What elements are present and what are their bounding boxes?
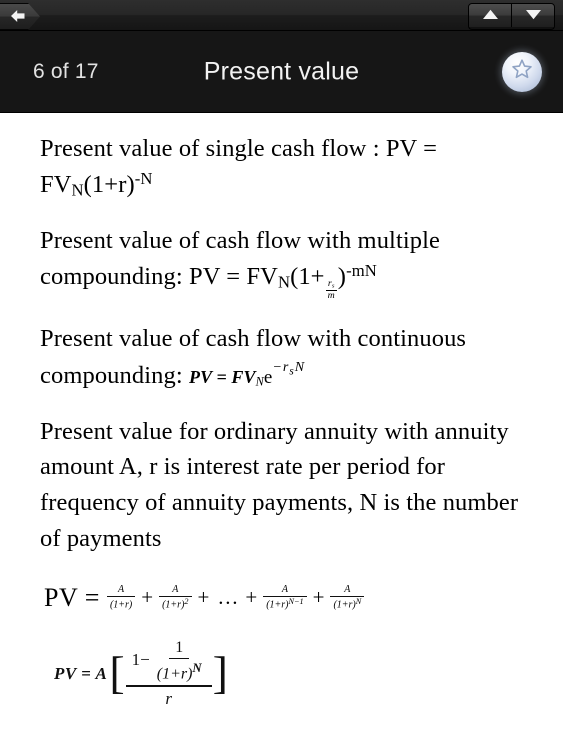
inner-denominator-base: (1+r)	[156, 664, 193, 682]
previous-card-button[interactable]	[469, 4, 512, 27]
ellipsis: …	[217, 585, 240, 610]
term2-denominator-exponent: 2	[184, 597, 189, 607]
annuity-term-3: A (1+r)N−1	[263, 584, 307, 611]
term1-denominator-base: (1+r)	[109, 599, 133, 611]
triangle-up-icon	[482, 7, 499, 25]
fraction-numerator: rs	[325, 278, 337, 291]
annuity-closed-form-formula: PV = A [ 1 − 1 (1+r)N r ]	[54, 639, 537, 709]
continuous-compounding-equation: PV = FVNe−rsN	[188, 359, 305, 389]
inner-fraction-denominator: (1+r)N	[153, 659, 206, 683]
block1-subscript: N	[71, 180, 84, 200]
term2-denominator: (1+r)2	[159, 597, 191, 611]
term3-denominator: (1+r)N−1	[263, 597, 306, 611]
open-bracket: [	[109, 647, 125, 699]
term3-denominator-base: (1+r)	[266, 599, 289, 611]
outer-fraction-numerator: 1 − 1 (1+r)N	[125, 639, 212, 687]
star-icon	[510, 57, 534, 86]
numerator-one: 1	[131, 650, 141, 670]
equation-fv-subscript: N	[255, 374, 264, 389]
exponent-periods: N	[294, 358, 306, 375]
term1-numerator: A	[106, 584, 136, 597]
equation-exponent: −rsN	[272, 358, 306, 377]
numerator-minus: −	[140, 650, 150, 670]
term1-denominator: (1+r)	[107, 597, 135, 611]
annuity-term-4: A (1+r)N	[330, 584, 365, 611]
term3-numerator: A	[263, 584, 307, 597]
outer-fraction-denominator: r	[165, 688, 172, 708]
equation-pv-fv: PV = FV	[188, 366, 256, 387]
triangle-down-icon	[525, 7, 542, 25]
term4-denominator-base: (1+r)	[333, 599, 356, 611]
block2-subscript: N	[277, 272, 291, 292]
card-content: Present value of single cash flow : PV =…	[0, 113, 563, 749]
inner-fraction-numerator: 1	[169, 639, 190, 659]
favorite-button[interactable]	[502, 51, 542, 92]
term4-denominator-exponent: N	[355, 597, 362, 607]
term2-denominator-base: (1+r)	[162, 599, 185, 611]
annuity-term-2: A (1+r)2	[159, 584, 192, 611]
block1-exponent: -N	[134, 168, 153, 188]
formula-block-single-cash-flow: Present value of single cash flow : PV =…	[40, 131, 537, 203]
plus-operator-1: +	[141, 585, 154, 610]
annuity-term-1: A (1+r)	[106, 584, 136, 611]
summation-lhs: PV =	[44, 582, 100, 612]
fraction-numerator-subscript: s	[331, 282, 335, 290]
block2-mid: (1+	[290, 262, 325, 290]
rate-over-periods-fraction: rs m	[325, 278, 337, 301]
next-card-button[interactable]	[512, 4, 554, 27]
outer-fraction: 1 − 1 (1+r)N r	[125, 639, 212, 709]
page-title: Present value	[203, 57, 360, 85]
formula-block-multiple-compounding: Present value of cash flow with multiple…	[40, 223, 537, 301]
inner-denominator-exponent: N	[192, 660, 202, 675]
annuity-description-paragraph: Present value for ordinary annuity with …	[40, 417, 519, 552]
term4-denominator: (1+r)N	[330, 597, 364, 611]
top-toolbar	[0, 0, 563, 31]
close-bracket: ]	[212, 647, 228, 699]
title-bar: 6 of 17 Present value	[0, 31, 563, 113]
block2-close-paren: )	[337, 262, 347, 290]
exponent-minus: −	[272, 358, 283, 375]
plus-operator-4: +	[312, 585, 325, 610]
block2-exponent: -mN	[346, 260, 377, 280]
final-formula-lhs: PV = A	[54, 663, 108, 683]
page-nav-group	[468, 3, 555, 30]
plus-operator-2: +	[197, 585, 210, 610]
inner-fraction: 1 (1+r)N	[153, 639, 206, 683]
formula-block-continuous-compounding: Present value of cash flow with continuo…	[40, 321, 537, 393]
back-button[interactable]	[0, 3, 40, 30]
block1-mid: (1+r)	[83, 170, 135, 198]
block2-lead: Present value of cash flow with multiple…	[40, 226, 440, 290]
fraction-denominator: m	[327, 289, 335, 301]
annuity-summation-formula: PV = A (1+r) + A (1+r)2 + … + A (1+r)N−1…	[44, 583, 537, 613]
term3-denominator-exponent: N−1	[288, 597, 304, 607]
term2-numerator: A	[159, 584, 192, 597]
term4-numerator: A	[330, 584, 365, 597]
plus-operator-3: +	[245, 585, 258, 610]
